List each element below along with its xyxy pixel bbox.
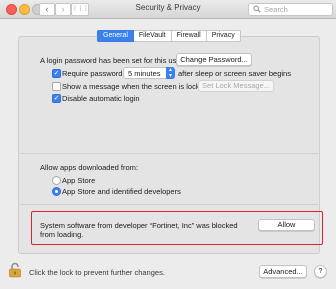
password-delay-select[interactable]: 5 minutes ▲ ▼	[123, 67, 175, 79]
title-bar: ‹ › ⋮⋮⋮ Security & Privacy Search	[0, 0, 336, 19]
set-lock-message-button[interactable]: Set Lock Message...	[198, 80, 274, 92]
tab-firewall[interactable]: Firewall	[171, 30, 207, 42]
allow-apps-heading: Allow apps downloaded from:	[40, 163, 138, 172]
radio-app-store-identified-label: App Store and identified developers	[62, 187, 181, 196]
blocked-notice-line2: from loading.	[40, 230, 84, 239]
checkmark-icon: ✓	[53, 95, 60, 102]
allow-button[interactable]: Allow	[258, 219, 315, 231]
disable-auto-login-checkbox[interactable]: ✓	[52, 94, 61, 103]
show-message-checkbox[interactable]	[52, 82, 61, 91]
section-divider	[18, 153, 318, 154]
search-input[interactable]: Search	[248, 3, 333, 16]
radio-app-store-label: App Store	[62, 176, 96, 185]
search-placeholder: Search	[264, 5, 288, 14]
radio-app-store[interactable]	[52, 176, 61, 185]
require-password-label: Require password	[62, 69, 123, 78]
show-message-label: Show a message when the screen is locked	[62, 82, 208, 91]
checkmark-icon: ✓	[53, 70, 60, 77]
search-icon	[253, 5, 261, 13]
require-password-suffix: after sleep or screen saver begins	[178, 69, 291, 78]
section-divider	[18, 204, 318, 205]
lock-icon[interactable]	[8, 262, 22, 278]
login-password-text: A login password has been set for this u…	[40, 56, 183, 65]
radio-app-store-identified[interactable]	[52, 187, 61, 196]
tab-filevault[interactable]: FileVault	[133, 30, 172, 42]
help-button[interactable]: ?	[314, 265, 327, 278]
lock-hint-text: Click the lock to prevent further change…	[29, 268, 165, 277]
change-password-button[interactable]: Change Password...	[176, 53, 252, 66]
blocked-notice-line1: System software from developer “Fortinet…	[40, 221, 238, 230]
tab-general[interactable]: General	[97, 30, 134, 42]
require-password-checkbox[interactable]: ✓	[52, 69, 61, 78]
tab-bar: General FileVault Firewall Privacy	[97, 30, 241, 42]
advanced-button[interactable]: Advanced...	[259, 265, 307, 278]
question-mark-icon: ?	[318, 268, 323, 275]
password-delay-value: 5 minutes	[128, 69, 161, 78]
updown-arrows-icon: ▲ ▼	[166, 67, 175, 79]
security-privacy-window: ‹ › ⋮⋮⋮ Security & Privacy Search Genera…	[0, 0, 336, 289]
tab-privacy[interactable]: Privacy	[206, 30, 241, 42]
disable-auto-login-label: Disable automatic login	[62, 94, 140, 103]
